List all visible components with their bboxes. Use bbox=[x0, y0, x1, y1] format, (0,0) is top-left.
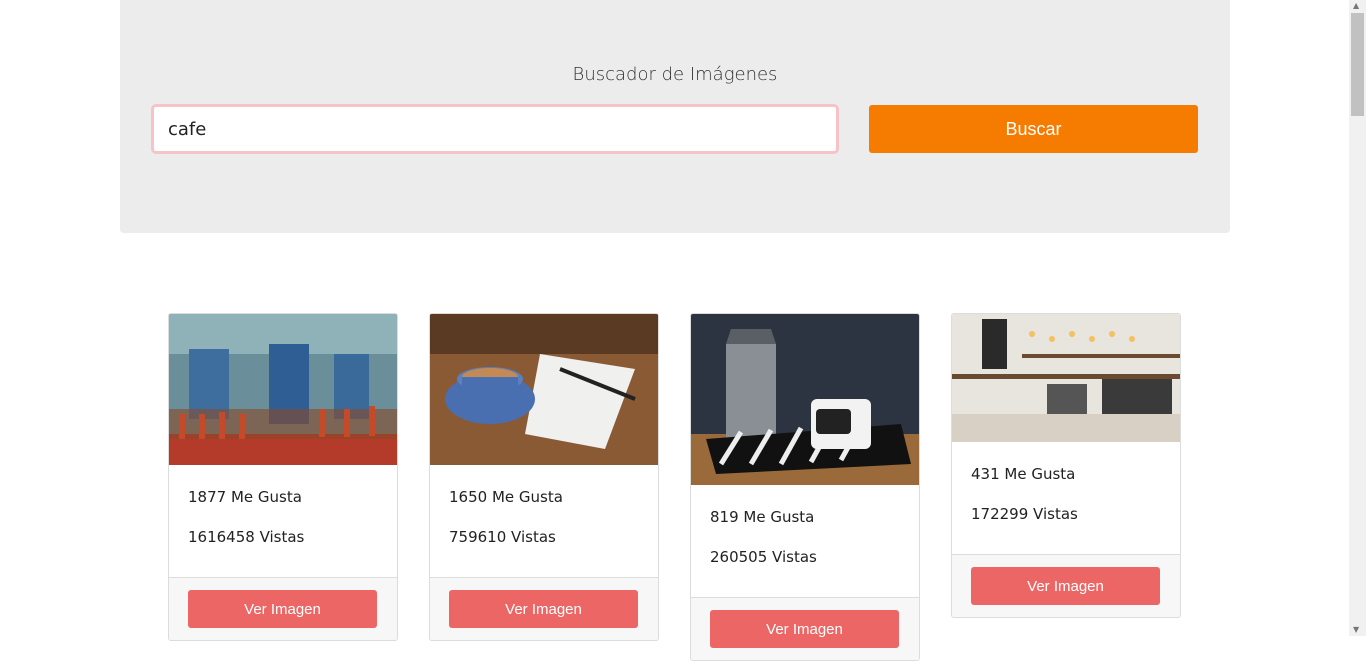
page-title: Buscador de Imágenes bbox=[572, 64, 778, 85]
card-body: 1650 Me Gusta 759610 Vistas bbox=[430, 465, 658, 577]
likes-count: 1650 Me Gusta bbox=[449, 488, 563, 506]
likes-count: 431 Me Gusta bbox=[971, 465, 1076, 483]
views-count: 260505 Vistas bbox=[710, 548, 817, 566]
view-image-button[interactable]: Ver Imagen bbox=[971, 567, 1160, 605]
likes-count: 819 Me Gusta bbox=[710, 508, 815, 526]
scroll-thumb[interactable] bbox=[1351, 13, 1364, 116]
result-card: 1650 Me Gusta 759610 Vistas Ver Imagen bbox=[429, 313, 659, 641]
search-input[interactable] bbox=[151, 104, 839, 154]
view-image-button[interactable]: Ver Imagen bbox=[449, 590, 638, 628]
card-footer: Ver Imagen bbox=[430, 577, 658, 640]
card-body: 1877 Me Gusta 1616458 Vistas bbox=[169, 465, 397, 577]
result-card: 1877 Me Gusta 1616458 Vistas Ver Imagen bbox=[168, 313, 398, 641]
scroll-up-icon[interactable]: ▲ bbox=[1353, 2, 1359, 10]
result-card: 431 Me Gusta 172299 Vistas Ver Imagen bbox=[951, 313, 1181, 618]
likes-count: 1877 Me Gusta bbox=[188, 488, 302, 506]
view-image-button[interactable]: Ver Imagen bbox=[710, 610, 899, 648]
coffee-cup-notebook-photo bbox=[430, 314, 658, 465]
search-header: Buscador de Imágenes Buscar bbox=[120, 0, 1230, 233]
card-footer: Ver Imagen bbox=[691, 597, 919, 660]
views-count: 172299 Vistas bbox=[971, 505, 1078, 523]
views-count: 759610 Vistas bbox=[449, 528, 556, 546]
card-body: 431 Me Gusta 172299 Vistas bbox=[952, 442, 1180, 554]
card-body: 819 Me Gusta 260505 Vistas bbox=[691, 485, 919, 597]
result-card: 819 Me Gusta 260505 Vistas Ver Imagen bbox=[690, 313, 920, 661]
coffee-pot-cup-photo bbox=[691, 314, 919, 485]
card-footer: Ver Imagen bbox=[169, 577, 397, 640]
views-count: 1616458 Vistas bbox=[188, 528, 305, 546]
vertical-scrollbar[interactable]: ▲ ▼ bbox=[1349, 0, 1366, 636]
coffee-shop-counter-photo bbox=[952, 314, 1180, 442]
street-cafe-photo bbox=[169, 314, 397, 465]
card-footer: Ver Imagen bbox=[952, 554, 1180, 617]
scroll-down-icon[interactable]: ▼ bbox=[1353, 626, 1359, 634]
search-button[interactable]: Buscar bbox=[869, 105, 1198, 153]
view-image-button[interactable]: Ver Imagen bbox=[188, 590, 377, 628]
